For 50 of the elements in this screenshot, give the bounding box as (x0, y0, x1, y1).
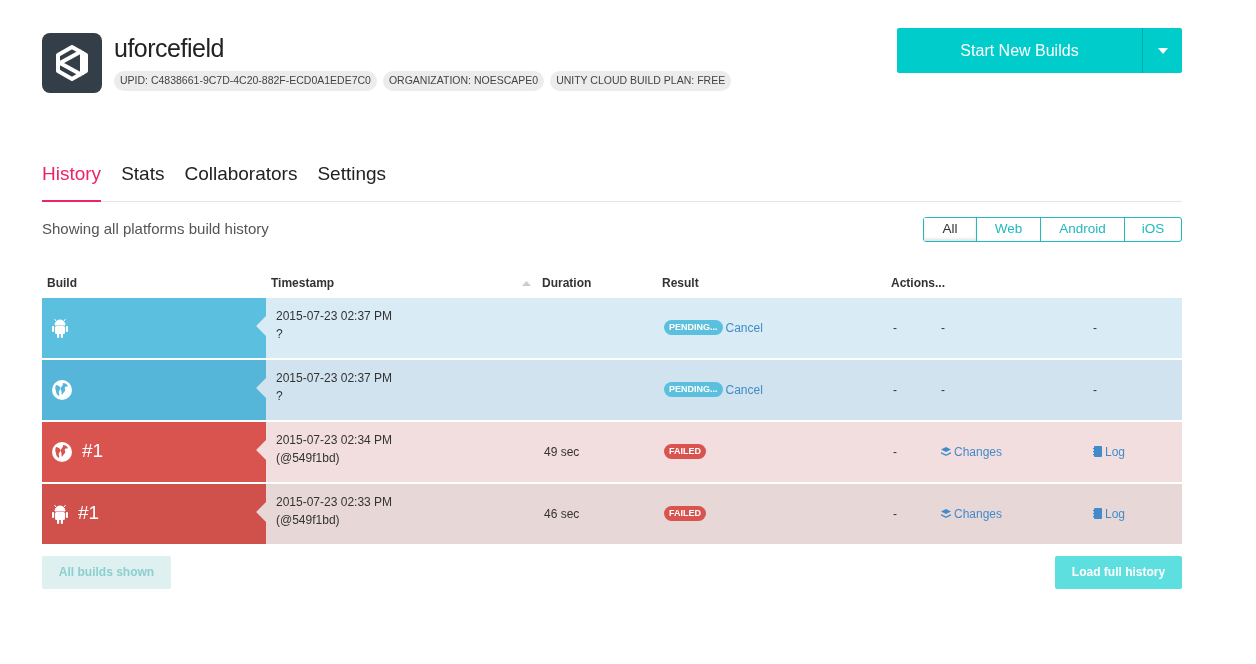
unity-logo-icon (42, 33, 102, 93)
placeholder-dash: - (893, 319, 897, 337)
column-header[interactable]: Timestamp (266, 274, 537, 292)
timestamp-text: 2015-07-23 02:37 PM (276, 369, 394, 387)
timestamp-text: 2015-07-23 02:34 PM (276, 431, 394, 449)
commit-text: ? (276, 387, 284, 405)
column-header[interactable]: Duration (537, 274, 657, 292)
sort-arrow-icon[interactable] (522, 280, 531, 286)
column-header[interactable]: Result (657, 274, 886, 292)
timestamp-text: 2015-07-23 02:37 PM (276, 307, 394, 325)
info-tag: UNITY CLOUD BUILD PLAN: FREE (550, 71, 732, 91)
placeholder-dash: - (893, 381, 897, 399)
status-badge: FAILED (664, 444, 706, 459)
layers-icon[interactable] (941, 508, 951, 519)
build-number: #1 (78, 501, 100, 526)
history-description: Showing all platforms build history (42, 218, 269, 239)
layers-icon[interactable] (941, 446, 951, 457)
caret-icon[interactable] (1157, 47, 1168, 54)
table-row[interactable]: #1 2015-07-23 02:33 PM (@549f1bd) 46 sec FAILED - Changes Log (42, 483, 1182, 544)
placeholder-dash: - (893, 443, 897, 461)
commit-text: (@549f1bd) (276, 449, 341, 467)
timestamp-text: 2015-07-23 02:33 PM (276, 493, 394, 511)
commit-text: ? (276, 325, 284, 343)
status-badge: PENDING... (664, 320, 723, 335)
info-tag: ORGANIZATION: NOESCAPE0 (382, 71, 545, 91)
project-name: uforcefield (114, 33, 225, 63)
placeholder-dash: - (941, 381, 945, 399)
placeholder-dash: - (893, 505, 897, 523)
placeholder-dash: - (1093, 319, 1097, 337)
table-row[interactable]: 2015-07-23 02:37 PM ? PENDING... Cancel - - - (42, 359, 1182, 420)
tab[interactable]: Collaborators (184, 160, 298, 201)
tab[interactable]: History (42, 160, 102, 202)
tab[interactable]: Settings (317, 160, 387, 201)
table-row[interactable]: 2015-07-23 02:37 PM ? PENDING... Cancel - - - (42, 297, 1182, 358)
table-row[interactable]: #1 2015-07-23 02:34 PM (@549f1bd) 49 sec FAILED - Changes Log (42, 421, 1182, 482)
commit-text: (@549f1bd) (276, 511, 341, 529)
filter-tab[interactable]: All (924, 217, 976, 241)
build-number: #1 (82, 439, 104, 464)
duration-text: 49 sec (544, 443, 580, 461)
placeholder-dash: - (1093, 381, 1097, 399)
tab[interactable]: Stats (121, 160, 165, 201)
notebook-icon[interactable] (1093, 508, 1102, 519)
column-header[interactable]: Actions... (886, 274, 1182, 292)
status-badge: PENDING... (664, 382, 723, 397)
column-header[interactable]: Build (42, 274, 266, 292)
placeholder-dash: - (941, 319, 945, 337)
status-badge: FAILED (664, 506, 706, 521)
notebook-icon[interactable] (1093, 446, 1102, 457)
duration-text: 46 sec (544, 505, 580, 523)
info-tag: UPID: C4838661-9C7D-4C20-882F-ECD0A1EDE7C0 (114, 71, 377, 91)
